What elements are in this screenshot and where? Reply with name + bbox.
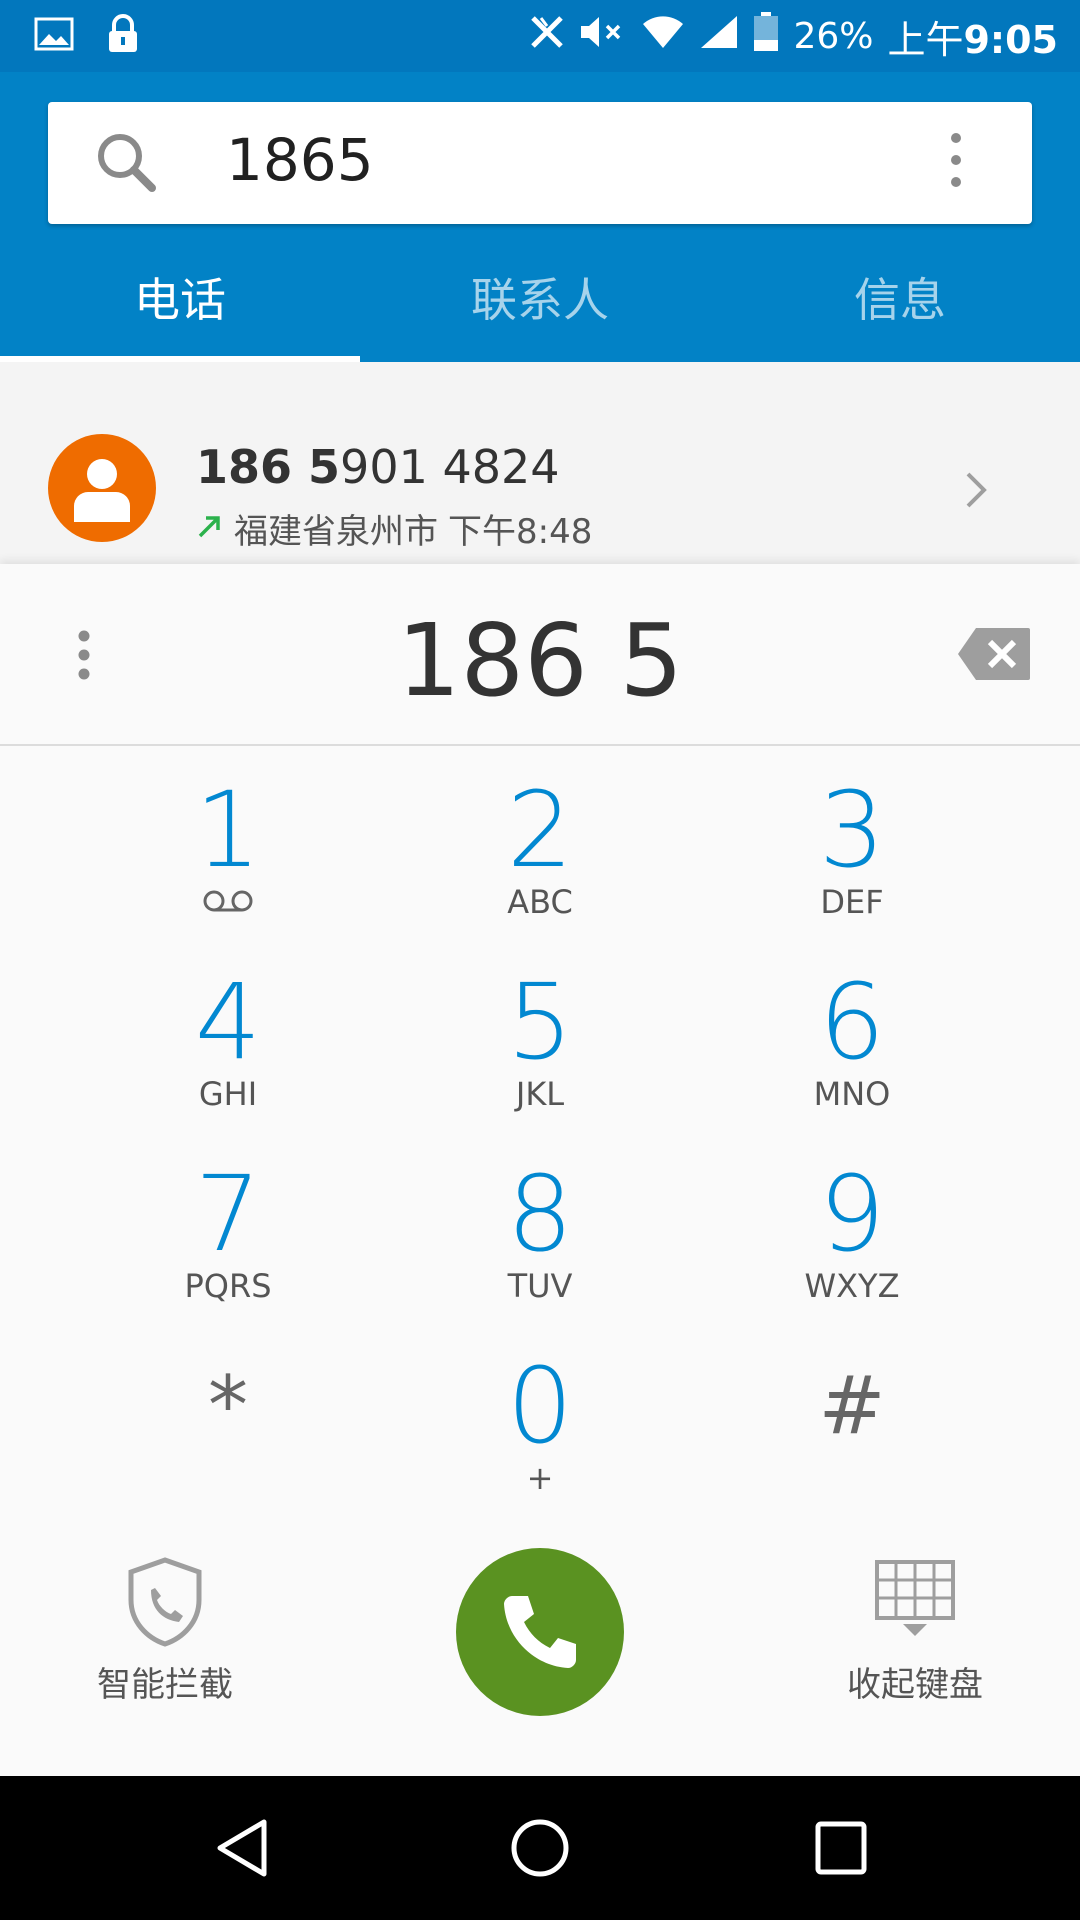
more-options-icon[interactable] xyxy=(950,132,962,192)
hide-keypad-label: 收起键盘 xyxy=(847,1665,983,1705)
key-9[interactable]: 9 WXYZ xyxy=(702,1160,1002,1306)
key-6[interactable]: 6 MNO xyxy=(702,968,1002,1114)
key-2[interactable]: 2 ABC xyxy=(390,776,690,922)
key-star[interactable]: * xyxy=(78,1352,378,1460)
key-hash[interactable]: # xyxy=(702,1352,1002,1460)
wifi-icon xyxy=(641,14,685,59)
no-data-icon xyxy=(529,14,565,59)
avatar[interactable] xyxy=(48,434,156,542)
lock-icon xyxy=(106,14,140,58)
chevron-right-icon[interactable] xyxy=(964,470,988,514)
tab-messages[interactable]: 信息 xyxy=(720,260,1080,362)
dialer-actions: 智能拦截 收起键盘 xyxy=(0,1548,1080,1776)
recents-icon[interactable] xyxy=(814,1818,868,1882)
outgoing-call-icon xyxy=(196,509,224,549)
call-time: 下午8:48 xyxy=(448,512,593,552)
key-0[interactable]: 0 + xyxy=(390,1352,690,1498)
header: 1865 电话 联系人 信息 xyxy=(0,72,1080,362)
search-box[interactable]: 1865 xyxy=(48,102,1032,224)
call-button[interactable] xyxy=(456,1548,624,1716)
call-log-item[interactable]: 186 5901 4824 福建省泉州市 下午8:48 xyxy=(0,362,1080,564)
tab-contacts[interactable]: 联系人 xyxy=(360,260,720,362)
key-7[interactable]: 7 PQRS xyxy=(78,1160,378,1306)
dialed-digits[interactable]: 186 5 xyxy=(0,602,1080,719)
key-5[interactable]: 5 JKL xyxy=(390,968,690,1114)
smart-block-label: 智能拦截 xyxy=(97,1665,233,1705)
key-3[interactable]: 3 DEF xyxy=(702,776,1002,922)
navigation-bar xyxy=(0,1776,1080,1920)
key-1[interactable]: 1 xyxy=(78,776,378,922)
keyboard-hide-icon xyxy=(820,1556,1010,1657)
key-8[interactable]: 8 TUV xyxy=(390,1160,690,1306)
call-location: 福建省泉州市 xyxy=(234,512,438,552)
phone-icon xyxy=(498,1588,582,1676)
voicemail-icon xyxy=(78,882,378,922)
home-icon[interactable] xyxy=(510,1818,570,1882)
mute-icon xyxy=(579,14,627,59)
dialpad-panel: 186 5 1 2 ABC 3 DEF 4 GHI 5 JKL 6 MNO 7 … xyxy=(0,564,1080,1776)
tab-phone[interactable]: 电话 xyxy=(0,260,360,362)
battery-icon xyxy=(753,11,779,61)
signal-icon xyxy=(699,14,739,59)
search-icon xyxy=(94,130,158,198)
image-icon xyxy=(34,17,74,55)
battery-percent: 26% xyxy=(793,15,874,57)
clock: 上午9:05 xyxy=(887,17,1058,62)
call-meta: 福建省泉州市 下午8:48 xyxy=(196,504,592,553)
phone-number: 186 5901 4824 xyxy=(196,440,560,494)
shield-phone-icon xyxy=(70,1556,260,1657)
status-bar: 26% 上午9:05 xyxy=(0,0,1080,72)
search-input[interactable]: 1865 xyxy=(226,126,374,194)
hide-keypad-button[interactable]: 收起键盘 xyxy=(820,1556,1010,1706)
tab-bar: 电话 联系人 信息 xyxy=(0,260,1080,362)
backspace-icon[interactable] xyxy=(956,626,1032,686)
digits-row: 186 5 xyxy=(0,564,1080,746)
key-4[interactable]: 4 GHI xyxy=(78,968,378,1114)
back-icon[interactable] xyxy=(214,1818,270,1882)
smart-block-button[interactable]: 智能拦截 xyxy=(70,1556,260,1706)
